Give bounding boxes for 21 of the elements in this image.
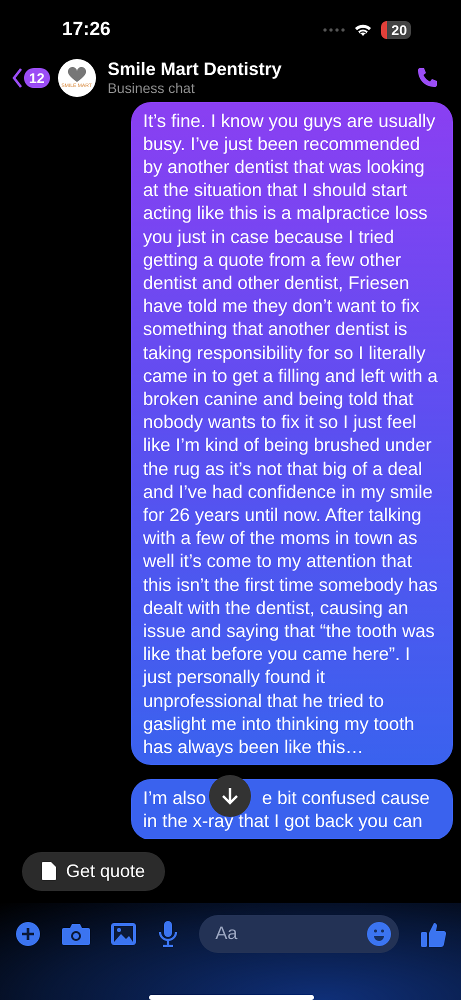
chat-title: Smile Mart Dentistry [108,59,283,80]
battery-indicator: 20 [381,20,411,39]
unread-count-badge: 12 [24,68,50,88]
image-icon[interactable] [111,922,136,945]
message-input[interactable]: Aa [199,914,400,953]
document-icon [42,862,56,880]
chat-subtitle: Business chat [108,80,196,96]
status-time: 17:26 [62,18,111,41]
message-bubble: It’s fine. I know you guys are usually busy. I’ve just been recommended by another dentist that was looking at the situation that I should start acting like this is a malpractice loss you just in case because I tried getting a quote from a few other dentist and other dentist, Friesen have told me they don’t want to fix something that another dentist is taking responsibility for so I literally came in to get a filling and left with a broken canine and being told that nobody wants to fix it so I just feel like I’m kind of being brushed under the rug as it’s not that big of a deal and I’ve had confidence in my smile for 26 years until now. After talking with a few of the moms in town as well it’s come to my attention that this isn’t the first time somebody has dealt with the dentist, causing an issue and saying that “the tooth was like that before you came here”. I just personally found it unprofessional that he tried to gaslight me into thinking my tooth has always been like this… [131,102,453,766]
emoji-icon[interactable] [367,922,392,946]
get-quote-button[interactable]: Get quote [22,852,166,891]
signal-dots-icon [323,28,346,32]
back-chevron-icon [12,68,22,88]
add-icon[interactable] [16,922,40,946]
thumbs-up-icon[interactable] [420,920,447,947]
wifi-icon [353,22,374,38]
phone-icon[interactable] [415,66,439,90]
camera-icon[interactable] [62,922,90,945]
arrow-down-icon [221,786,239,806]
microphone-icon[interactable] [158,920,178,947]
back-button[interactable]: 12 [12,68,50,88]
